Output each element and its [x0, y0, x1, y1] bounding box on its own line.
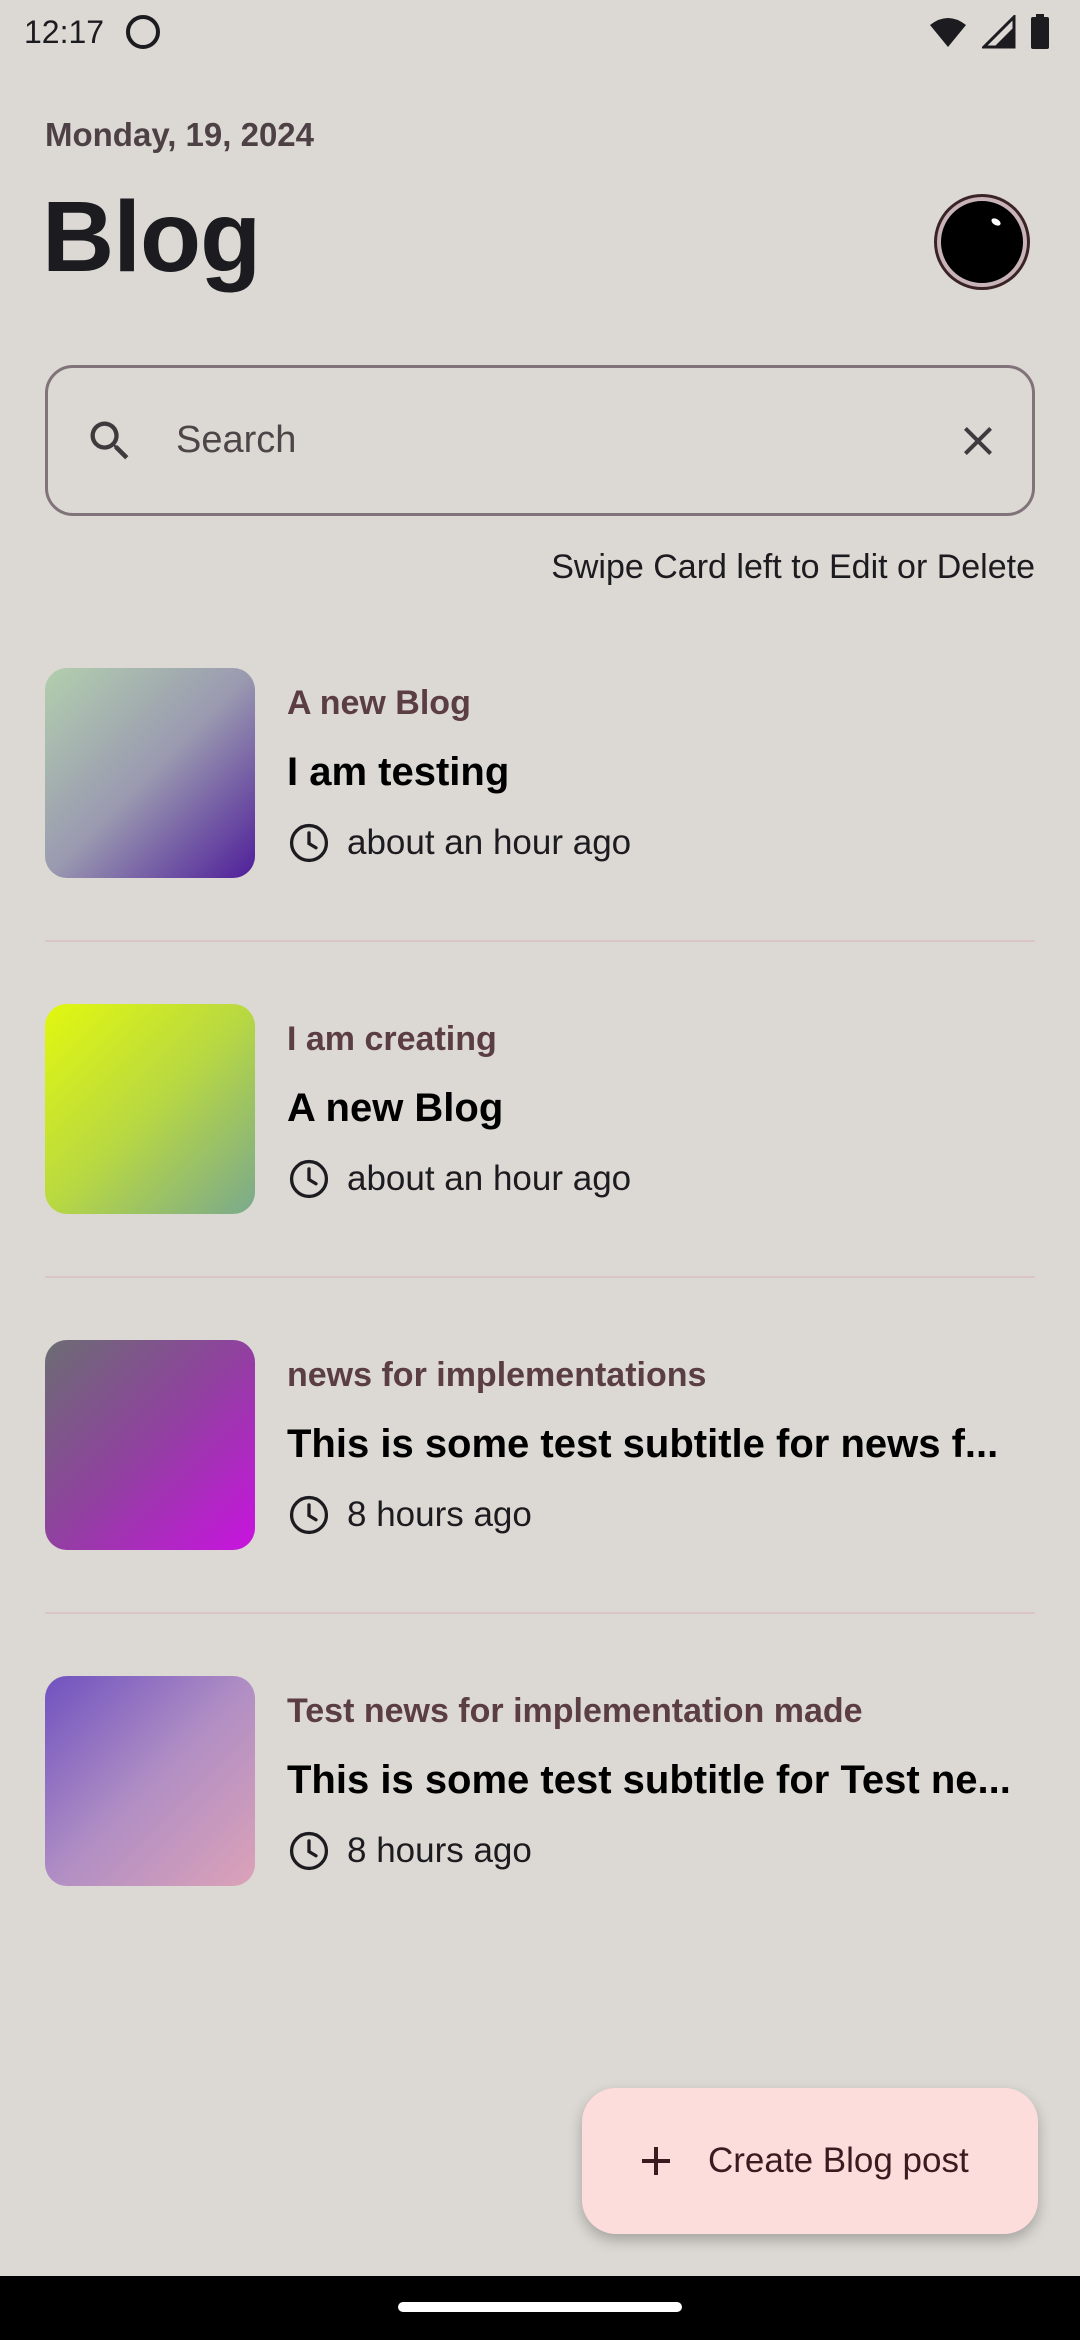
- plus-icon: [642, 2147, 670, 2175]
- blog-category: I am creating: [287, 1020, 497, 1058]
- blog-card[interactable]: news for implementations This is some te…: [45, 1340, 1035, 1676]
- status-icons: [928, 14, 1050, 50]
- blog-title: A new Blog: [287, 1086, 504, 1130]
- create-blog-post-label: Create Blog post: [708, 2141, 969, 2180]
- blog-time: 8 hours ago: [347, 1831, 532, 1870]
- divider: [45, 1612, 1035, 1614]
- clock-icon: [289, 1495, 329, 1535]
- blog-thumbnail: [45, 1340, 255, 1550]
- clock-icon: [289, 1159, 329, 1199]
- wifi-icon: [930, 18, 966, 47]
- swipe-hint: Swipe Card left to Edit or Delete: [551, 548, 1035, 586]
- blog-time: about an hour ago: [347, 1159, 632, 1198]
- blog-list: A new Blog I am testing about an hour ag…: [45, 668, 1035, 2012]
- home-indicator[interactable]: [398, 2302, 682, 2312]
- blog-meta: 8 hours ago: [287, 1493, 532, 1537]
- profile-avatar[interactable]: [937, 197, 1027, 287]
- blog-screen: 12:17 Monday, 19, 2024 Blog Swip: [0, 0, 1080, 2340]
- blog-time: 8 hours ago: [347, 1495, 532, 1534]
- blog-thumbnail: [45, 1676, 255, 1886]
- status-bar: 12:17: [0, 0, 1080, 64]
- blog-thumbnail: [45, 1004, 255, 1214]
- blog-title: This is some test subtitle for news f...: [287, 1422, 999, 1466]
- page-title: Blog: [42, 181, 261, 293]
- blog-title: This is some test subtitle for Test ne..…: [287, 1758, 1011, 1802]
- blog-card[interactable]: Test news for implementation made This i…: [45, 1676, 1035, 2012]
- blog-card[interactable]: A new Blog I am testing about an hour ag…: [45, 668, 1035, 1004]
- clock-icon: [289, 823, 329, 863]
- close-icon[interactable]: [954, 417, 1002, 465]
- blog-time: about an hour ago: [347, 823, 632, 862]
- clock-icon: [289, 1831, 329, 1871]
- blog-thumbnail: [45, 668, 255, 878]
- signal-icon: [982, 15, 1016, 49]
- notification-icon: [126, 15, 161, 49]
- battery-icon: [1031, 14, 1049, 49]
- search-bar: [45, 365, 1035, 516]
- blog-title: I am testing: [287, 750, 510, 794]
- divider: [45, 1276, 1035, 1278]
- status-time: 12:17: [24, 13, 105, 50]
- navigation-bar: [0, 2276, 1080, 2340]
- blog-meta: about an hour ago: [287, 821, 631, 865]
- blog-category: Test news for implementation made: [287, 1692, 863, 1730]
- blog-card[interactable]: I am creating A new Blog about an hour a…: [45, 1004, 1035, 1340]
- search-input[interactable]: [176, 419, 954, 462]
- blog-meta: about an hour ago: [287, 1157, 631, 1201]
- search-icon: [90, 421, 129, 459]
- blog-category: news for implementations: [287, 1356, 707, 1394]
- create-blog-post-button[interactable]: Create Blog post: [582, 2088, 1038, 2234]
- divider: [45, 940, 1035, 942]
- header-date: Monday, 19, 2024: [45, 116, 315, 153]
- blog-category: A new Blog: [287, 684, 471, 722]
- blog-meta: 8 hours ago: [287, 1829, 532, 1873]
